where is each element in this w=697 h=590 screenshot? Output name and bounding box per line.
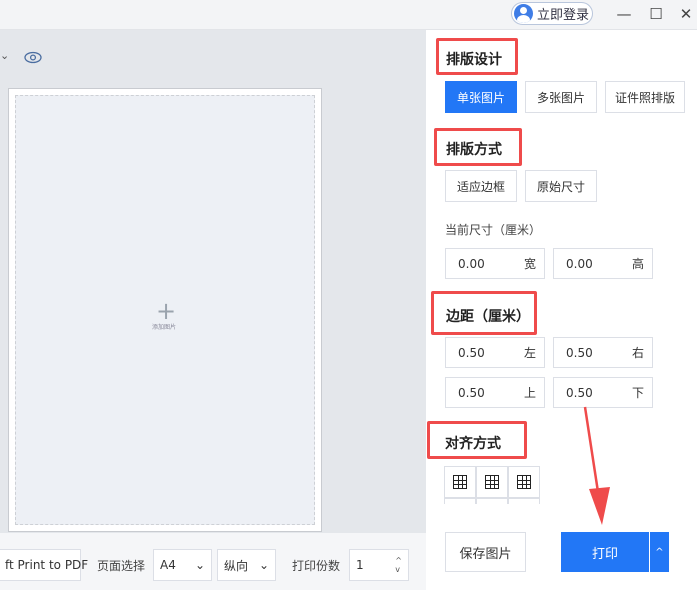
copies-label: 打印份数 <box>292 559 341 573</box>
orientation-select[interactable]: 纵向 ⌄ <box>217 549 276 581</box>
align-top-center[interactable] <box>476 466 508 498</box>
chevron-down-icon: ⌄ <box>258 558 269 572</box>
margin-right-field[interactable]: 0.50 右 <box>553 337 653 368</box>
add-image-label: 添加图片 <box>152 324 177 331</box>
height-field[interactable]: 0.00 高 <box>553 248 653 279</box>
print-button[interactable]: 打印 <box>561 532 649 572</box>
margin-bottom-label: 下 <box>631 386 644 400</box>
width-unit: 宽 <box>523 257 536 271</box>
height-value: 0.00 <box>566 256 593 271</box>
grid-icon <box>517 475 531 489</box>
stepper-arrows-icon[interactable]: ^ v <box>395 556 402 574</box>
margin-right-value: 0.50 <box>566 345 593 360</box>
margin-top-label: 上 <box>523 386 536 400</box>
align-top-left[interactable] <box>444 466 476 498</box>
eye-icon[interactable] <box>24 51 42 64</box>
margin-top-field[interactable]: 0.50 上 <box>445 377 545 408</box>
margin-left-label: 左 <box>523 346 536 360</box>
minimize-icon[interactable]: — <box>614 4 634 24</box>
original-size-button[interactable]: 原始尺寸 <box>525 170 597 202</box>
align-top-right[interactable] <box>508 466 540 498</box>
grid-icon <box>453 475 467 489</box>
chevron-down-icon[interactable]: ⌄ <box>0 49 9 62</box>
layout-design-title: 排版设计 <box>446 52 502 68</box>
single-image-button[interactable]: 单张图片 <box>445 81 517 113</box>
maximize-icon[interactable]: ☐ <box>646 4 666 24</box>
margin-left-field[interactable]: 0.50 左 <box>445 337 545 368</box>
margin-bottom-value: 0.50 <box>566 385 593 400</box>
current-size-label: 当前尺寸（厘米） <box>445 223 542 237</box>
margin-right-label: 右 <box>631 346 644 360</box>
margin-title: 边距（厘米） <box>446 309 530 325</box>
margin-bottom-field[interactable]: 0.50 下 <box>553 377 653 408</box>
align-title: 对齐方式 <box>445 436 501 452</box>
copies-stepper[interactable]: 1 ^ v <box>349 549 409 581</box>
plus-icon: + <box>156 297 177 325</box>
page-size-value: A4 <box>160 558 176 572</box>
margin-left-value: 0.50 <box>458 345 485 360</box>
id-photo-button[interactable]: 证件照排版 <box>605 81 685 113</box>
chevron-down-icon: ⌄ <box>194 558 205 572</box>
width-value: 0.00 <box>458 256 485 271</box>
close-icon[interactable]: ✕ <box>676 4 696 24</box>
layout-mode-title: 排版方式 <box>446 142 502 158</box>
fit-frame-button[interactable]: 适应边框 <box>445 170 517 202</box>
chevron-up-icon[interactable]: ^ <box>650 532 669 572</box>
printer-select[interactable]: ft Print to PDF <box>0 549 88 581</box>
width-field[interactable]: 0.00 宽 <box>445 248 545 279</box>
login-label: 立即登录 <box>537 8 590 23</box>
multi-image-button[interactable]: 多张图片 <box>525 81 597 113</box>
margin-top-value: 0.50 <box>458 385 485 400</box>
image-drop-area[interactable]: + 添加图片 <box>15 95 315 525</box>
printer-value: ft Print to PDF <box>5 558 89 572</box>
page-size-select[interactable]: A4 ⌄ <box>153 549 212 581</box>
orientation-value: 纵向 <box>224 558 249 573</box>
save-image-button[interactable]: 保存图片 <box>445 532 526 572</box>
page-label: 页面选择 <box>97 559 146 573</box>
copies-value: 1 <box>356 558 364 572</box>
annotation-arrow <box>583 406 610 525</box>
user-avatar-icon <box>514 4 533 23</box>
height-unit: 高 <box>631 257 644 271</box>
grid-icon <box>485 475 499 489</box>
login-button[interactable]: 立即登录 <box>511 2 593 25</box>
align-grid <box>444 466 542 504</box>
